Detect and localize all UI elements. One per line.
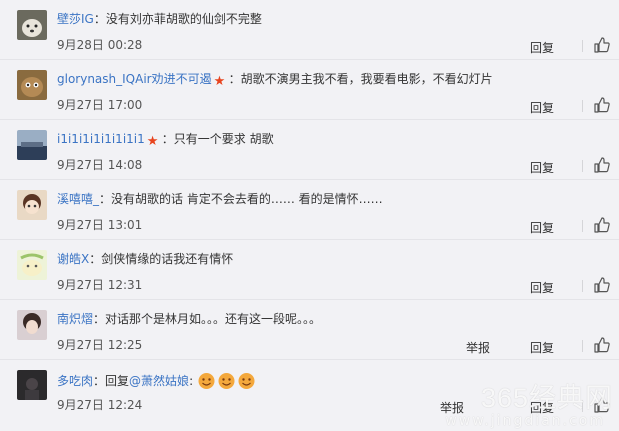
username-link[interactable]: i1i1i1i1i1i1i1i1 — [57, 132, 145, 146]
thumbs-up-icon[interactable] — [594, 97, 610, 113]
comment-time: 9月27日 13:01 — [57, 218, 143, 232]
thumbs-up-icon[interactable] — [594, 337, 610, 353]
thumbs-up-icon[interactable] — [594, 277, 610, 293]
username-link[interactable]: 溪嘻嘻_ — [57, 192, 99, 206]
username-link[interactable]: 谢皓X — [57, 252, 89, 266]
comment-text: 没有胡歌的话 肯定不会去看的…… 看的是情怀…… — [111, 192, 383, 206]
reply-button[interactable]: 回复 — [530, 339, 554, 356]
reply-button[interactable]: 回复 — [530, 159, 554, 176]
comment-text: 没有刘亦菲胡歌的仙剑不完整 — [105, 12, 262, 26]
avatar[interactable] — [17, 10, 47, 40]
username-link[interactable]: 壁莎IG — [57, 12, 94, 26]
comment-text: 剑侠情缘的话我还有情怀 — [101, 252, 234, 266]
comment-time: 9月28日 00:28 — [57, 38, 143, 52]
divider — [582, 220, 583, 232]
vip-star-icon: ★ — [146, 134, 159, 149]
reply-button[interactable]: 回复 — [530, 99, 554, 116]
reply-button[interactable]: 回复 — [530, 39, 554, 56]
comment-text: 胡歌不演男主我不看，我要看电影，不看幻灯片 — [240, 72, 493, 86]
comment-time: 9月27日 12:25 — [57, 338, 143, 352]
avatar[interactable] — [17, 70, 47, 100]
username-link[interactable]: 多吃肉 — [57, 374, 93, 388]
comment-text: 对话那个是林月如。。。还有这一段呢。。。 — [105, 312, 322, 326]
comment-time: 9月27日 14:08 — [57, 158, 143, 172]
divider — [582, 100, 583, 112]
emoji-icon — [237, 371, 256, 390]
comment-time: 9月27日 17:00 — [57, 98, 143, 112]
report-button[interactable]: 举报 — [466, 339, 490, 356]
comment-list: 壁莎IG：没有刘亦菲胡歌的仙剑不完整 9月28日 00:28 回复 gloryn… — [0, 0, 619, 420]
comment-item: 南炽熠：对话那个是林月如。。。还有这一段呢。。。 9月27日 12:25 举报 … — [0, 300, 619, 360]
divider — [582, 280, 583, 292]
username-link[interactable]: glorynash_IQAir劝进不可遏 — [57, 72, 212, 86]
divider — [582, 160, 583, 172]
comment-time: 9月27日 12:24 — [57, 398, 143, 412]
thumbs-up-icon[interactable] — [594, 217, 610, 233]
thumbs-up-icon[interactable] — [594, 37, 610, 53]
reply-button[interactable]: 回复 — [530, 219, 554, 236]
username-link[interactable]: 南炽熠 — [57, 312, 93, 326]
avatar[interactable] — [17, 250, 47, 280]
emoji-icon — [217, 371, 236, 390]
mention-link[interactable]: @萧然姑娘 — [129, 374, 189, 388]
comment-text: 回复 — [105, 374, 130, 388]
divider — [582, 340, 583, 352]
avatar[interactable] — [17, 310, 47, 340]
avatar[interactable] — [17, 370, 47, 400]
avatar[interactable] — [17, 190, 47, 220]
comment-item: glorynash_IQAir劝进不可遏 ★ ：胡歌不演男主我不看，我要看电影，不看… — [0, 60, 619, 120]
emoji-icon — [197, 371, 216, 390]
comment-item: 溪嘻嘻_：没有胡歌的话 肯定不会去看的…… 看的是情怀…… 9月27日 13:0… — [0, 180, 619, 240]
reply-button[interactable]: 回复 — [530, 279, 554, 296]
divider — [582, 40, 583, 52]
comment-item: 壁莎IG：没有刘亦菲胡歌的仙剑不完整 9月28日 00:28 回复 — [0, 0, 619, 60]
comment-text: 只有一个要求 胡歌 — [173, 132, 274, 146]
watermark-logo: 365经典网 — [480, 383, 613, 413]
watermark-url: www.jingdian.com — [445, 413, 605, 429]
comment-item: 谢皓X：剑侠情缘的话我还有情怀 9月27日 12:31 回复 — [0, 240, 619, 300]
avatar[interactable] — [17, 130, 47, 160]
thumbs-up-icon[interactable] — [594, 157, 610, 173]
comment-item: i1i1i1i1i1i1i1i1 ★ ：只有一个要求 胡歌 9月27日 14:08 … — [0, 120, 619, 180]
comment-time: 9月27日 12:31 — [57, 278, 143, 292]
vip-star-icon: ★ — [213, 74, 226, 89]
